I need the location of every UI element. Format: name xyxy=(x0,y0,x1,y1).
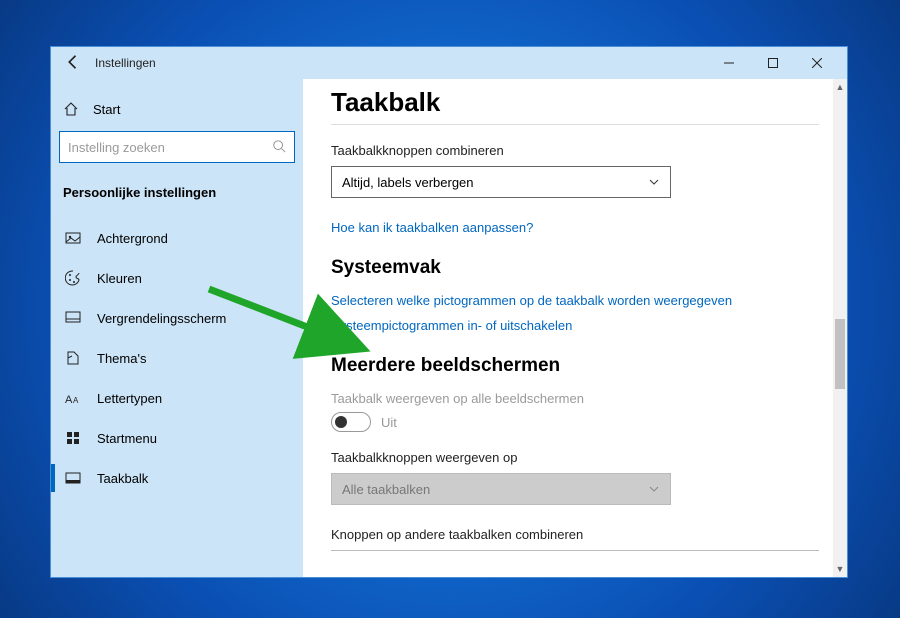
svg-text:A: A xyxy=(73,396,79,405)
maximize-button[interactable] xyxy=(751,47,795,79)
content-pane: Taakbalk Taakbalkknoppen combineren Alti… xyxy=(303,79,847,577)
search-input-wrapper[interactable] xyxy=(59,131,295,163)
chevron-down-icon xyxy=(648,483,660,495)
divider xyxy=(331,550,819,551)
themes-icon xyxy=(65,350,81,366)
search-icon xyxy=(272,139,286,156)
nav-label: Vergrendelingsscherm xyxy=(97,311,226,326)
show-on-label: Taakbalkknoppen weergeven op xyxy=(331,450,819,465)
nav-label: Taakbalk xyxy=(97,471,148,486)
dropdown-value: Alle taakbalken xyxy=(342,482,430,497)
nav-label: Thema's xyxy=(97,351,146,366)
nav-list: Achtergrond Kleuren Vergrendelingsscherm… xyxy=(59,218,295,498)
window-body: Start Persoonlijke instellingen Achtergr… xyxy=(51,79,847,577)
sidebar-item-kleuren[interactable]: Kleuren xyxy=(59,258,295,298)
show-on-dropdown: Alle taakbalken xyxy=(331,473,671,505)
combine-dropdown[interactable]: Altijd, labels verbergen xyxy=(331,166,671,198)
page-title: Taakbalk xyxy=(331,87,819,118)
toggle-knob xyxy=(335,416,347,428)
minimize-button[interactable] xyxy=(707,47,751,79)
sidebar-item-taakbalk[interactable]: Taakbalk xyxy=(59,458,295,498)
sidebar-item-lettertypen[interactable]: AA Lettertypen xyxy=(59,378,295,418)
scroll-track[interactable] xyxy=(833,95,847,561)
nav-label: Startmenu xyxy=(97,431,157,446)
sidebar: Start Persoonlijke instellingen Achtergr… xyxy=(51,79,303,577)
divider xyxy=(331,124,819,125)
system-icons-link[interactable]: Systeempictogrammen in- of uitschakelen xyxy=(331,318,819,333)
sidebar-item-themas[interactable]: Thema's xyxy=(59,338,295,378)
titlebar: Instellingen xyxy=(51,47,847,79)
show-all-displays-label: Taakbalk weergeven op alle beeldschermen xyxy=(331,391,819,406)
chevron-down-icon xyxy=(648,176,660,188)
nav-label: Lettertypen xyxy=(97,391,162,406)
picture-icon xyxy=(65,230,81,246)
nav-label: Kleuren xyxy=(97,271,142,286)
minimize-icon xyxy=(724,58,734,68)
palette-icon xyxy=(65,270,81,286)
svg-text:A: A xyxy=(65,394,73,406)
maximize-icon xyxy=(768,58,778,68)
nav-label: Achtergrond xyxy=(97,231,168,246)
window-title: Instellingen xyxy=(95,56,707,70)
toggle-state-text: Uit xyxy=(381,415,397,430)
settings-window: Instellingen Start Persoonlijke instelli… xyxy=(50,46,848,578)
scroll-down-button[interactable]: ▼ xyxy=(833,561,847,577)
lock-screen-icon xyxy=(65,310,81,326)
show-all-toggle-row: Uit xyxy=(331,412,819,432)
sidebar-item-startmenu[interactable]: Startmenu xyxy=(59,418,295,458)
close-icon xyxy=(812,58,822,68)
section-beeldschermen: Meerdere beeldschermen xyxy=(331,355,819,377)
sidebar-item-vergrendelingsscherm[interactable]: Vergrendelingsscherm xyxy=(59,298,295,338)
home-button[interactable]: Start xyxy=(59,95,295,131)
back-button[interactable] xyxy=(63,52,83,75)
home-icon xyxy=(63,101,79,117)
scroll-thumb[interactable] xyxy=(835,319,845,389)
search-input[interactable] xyxy=(68,140,272,155)
home-label: Start xyxy=(93,102,120,117)
scrollbar[interactable]: ▲ ▼ xyxy=(833,79,847,577)
section-systeemvak: Systeemvak xyxy=(331,257,819,279)
close-button[interactable] xyxy=(795,47,839,79)
scroll-up-button[interactable]: ▲ xyxy=(833,79,847,95)
help-link[interactable]: Hoe kan ik taakbalken aanpassen? xyxy=(331,220,819,235)
combine-label: Taakbalkknoppen combineren xyxy=(331,143,819,158)
start-icon xyxy=(65,430,81,446)
arrow-left-icon xyxy=(63,52,83,72)
show-all-toggle[interactable] xyxy=(331,412,371,432)
taskbar-icon xyxy=(65,470,81,486)
dropdown-value: Altijd, labels verbergen xyxy=(342,175,474,190)
tray-icons-link[interactable]: Selecteren welke pictogrammen op de taak… xyxy=(331,293,819,308)
sidebar-item-achtergrond[interactable]: Achtergrond xyxy=(59,218,295,258)
combine-other-label: Knoppen op andere taakbalken combineren xyxy=(331,527,819,542)
sidebar-heading: Persoonlijke instellingen xyxy=(59,181,295,218)
fonts-icon: AA xyxy=(65,390,81,406)
